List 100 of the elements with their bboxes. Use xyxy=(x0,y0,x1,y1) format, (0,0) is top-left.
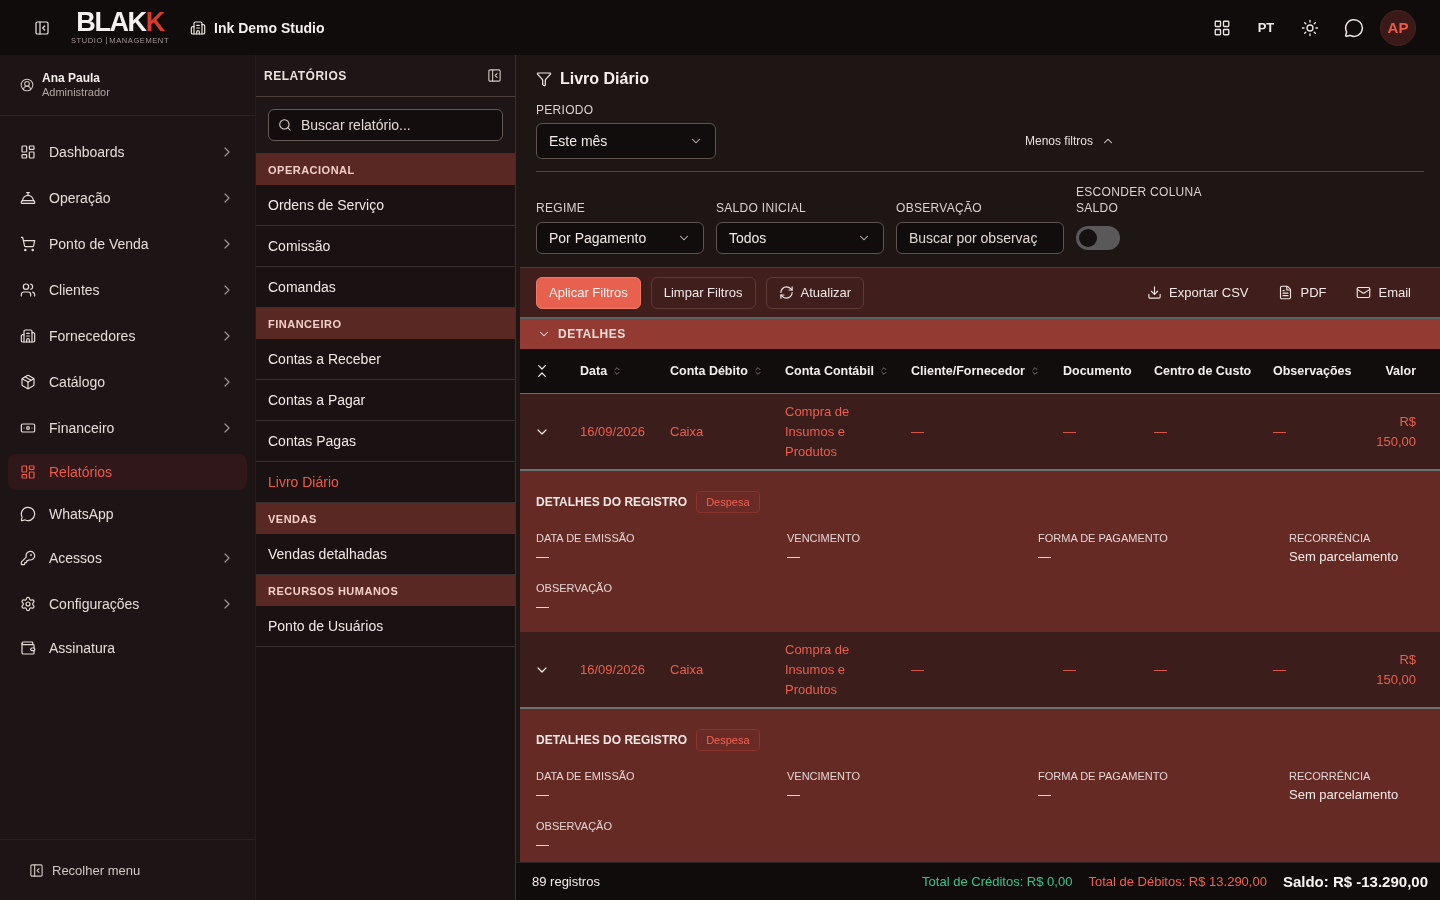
nav-item[interactable]: Ponto de Venda xyxy=(8,224,247,264)
record-count: 89 registros xyxy=(532,874,600,889)
export-csv-button[interactable]: Exportar CSV xyxy=(1139,276,1257,309)
initial-balance-select[interactable]: Todos xyxy=(716,222,884,254)
column-header[interactable]: Data xyxy=(580,364,623,378)
type-badge: Despesa xyxy=(696,491,760,513)
panel-left-icon xyxy=(29,862,44,878)
table-cell: R$ 150,00 xyxy=(1376,651,1416,687)
nav-item[interactable]: Relatórios xyxy=(8,454,247,490)
column-header[interactable]: Cliente/Fornecedor xyxy=(911,364,1040,378)
panel-title: RELATÓRIOS xyxy=(264,68,347,83)
column-header[interactable]: Conta Contábil xyxy=(785,364,889,378)
detail-label: RECORRÊNCIA xyxy=(1289,769,1371,783)
group-heading: VENDAS xyxy=(268,512,317,525)
detail-label: RECORRÊNCIA xyxy=(1289,531,1371,545)
search-icon xyxy=(278,118,292,132)
nav-item[interactable]: Fornecedores xyxy=(8,316,247,356)
detail-label: OBSERVAÇÃO xyxy=(536,819,612,833)
funnel-icon xyxy=(536,71,552,87)
logo-wordmark: BLAKK xyxy=(76,10,164,33)
user-name: Ana Paula xyxy=(42,71,102,85)
field-label: PERIODO xyxy=(536,102,595,118)
nav-item[interactable]: Assinatura xyxy=(8,630,247,666)
table-cell: Caixa xyxy=(670,423,704,439)
table-cell: — xyxy=(1154,661,1167,677)
page-title: Livro Diário xyxy=(560,70,649,88)
detail-value: Sem parcelamento xyxy=(1289,786,1399,804)
details-section-toggle[interactable]: DETALHES xyxy=(520,317,1440,349)
email-button[interactable]: Email xyxy=(1348,276,1419,309)
chat-bubble-icon[interactable] xyxy=(1344,17,1364,38)
collapse-menu-button[interactable]: Recolher menu xyxy=(29,862,141,878)
table-cell: Caixa xyxy=(670,661,704,677)
user-role: Administrador xyxy=(42,86,110,99)
table-cell: — xyxy=(1154,423,1167,439)
building-icon xyxy=(20,328,36,344)
column-header: Valor xyxy=(1385,364,1416,378)
field-label: SALDO INICIAL xyxy=(716,200,807,216)
period-select[interactable]: Este mês xyxy=(536,123,716,159)
nav-item[interactable]: Operação xyxy=(8,178,247,218)
credits-total: Total de Créditos: R$ 0,00 xyxy=(922,874,1073,889)
download-icon xyxy=(1147,285,1162,300)
table-cell: Compra de Insumos e Produtos xyxy=(785,641,850,697)
refresh-button[interactable]: Atualizar xyxy=(765,276,865,309)
less-filters-button[interactable]: Menos filtros xyxy=(1025,134,1115,148)
group-heading: RECURSOS HUMANOS xyxy=(268,584,399,597)
detail-value: — xyxy=(787,786,800,804)
observation-field[interactable]: Buscar por observaç xyxy=(896,222,1064,254)
dashboard-icon xyxy=(20,464,36,480)
detail-label: DATA DE EMISSÃO xyxy=(536,531,635,545)
table-cell: 16/09/2026 xyxy=(580,661,646,677)
detail-value: — xyxy=(536,548,549,566)
nav-item[interactable]: WhatsApp xyxy=(8,496,247,532)
nav-item[interactable]: Financeiro xyxy=(8,408,247,448)
refresh-icon xyxy=(778,285,794,300)
grid-icon[interactable] xyxy=(1213,18,1231,37)
user-avatar[interactable]: AP xyxy=(1380,9,1416,46)
column-header[interactable]: Conta Débito xyxy=(670,364,763,378)
clear-filters-button[interactable]: Limpar Filtros xyxy=(650,276,756,309)
regime-select[interactable]: Por Pagamento xyxy=(536,222,704,254)
nav-item[interactable]: Acessos xyxy=(8,538,247,578)
toggle-switch[interactable] xyxy=(1076,226,1120,250)
key-icon xyxy=(20,550,36,566)
balance-total: Saldo: R$ -13.290,00 xyxy=(1282,873,1428,890)
nav-item[interactable]: Configurações xyxy=(8,584,247,624)
detail-title: DETALHES DO REGISTRO xyxy=(536,495,688,509)
search-field[interactable]: Buscar relatório... xyxy=(268,109,503,141)
sun-icon[interactable] xyxy=(1301,18,1319,37)
wallet-icon xyxy=(20,640,36,656)
table-cell: — xyxy=(1063,661,1076,677)
detail-value: — xyxy=(536,598,549,616)
building-icon xyxy=(190,19,207,36)
nav-item[interactable]: Catálogo xyxy=(8,362,247,402)
user-circle-icon xyxy=(20,78,34,92)
detail-label: FORMA DE PAGAMENTO xyxy=(1038,769,1168,783)
detail-value: — xyxy=(787,548,800,566)
detail-value: Sem parcelamento xyxy=(1289,548,1399,566)
pdf-button[interactable]: PDF xyxy=(1270,276,1335,309)
debits-total: Total de Débitos: R$ 13.290,00 xyxy=(1088,874,1267,889)
detail-value: — xyxy=(536,836,549,854)
nav-item[interactable]: Dashboards xyxy=(8,132,247,172)
field-label: OBSERVAÇÃO xyxy=(896,200,983,216)
table-cell: — xyxy=(1273,423,1286,439)
document-icon xyxy=(1278,285,1294,300)
language-button[interactable]: PT xyxy=(1248,9,1284,46)
group-heading: OPERACIONAL xyxy=(268,163,355,176)
table-cell: R$ 150,00 xyxy=(1376,413,1416,449)
users-icon xyxy=(20,282,36,298)
detail-label: VENCIMENTO xyxy=(787,769,861,783)
service-bell-icon xyxy=(20,190,36,206)
detail-value: — xyxy=(1038,548,1051,566)
box-icon xyxy=(20,374,36,390)
envelope-icon xyxy=(1356,285,1372,300)
settings-icon xyxy=(20,596,36,612)
group-heading: FINANCEIRO xyxy=(268,317,342,330)
cart-icon xyxy=(20,236,36,252)
type-badge: Despesa xyxy=(696,729,760,751)
panel-left-icon[interactable] xyxy=(34,19,50,36)
detail-label: FORMA DE PAGAMENTO xyxy=(1038,531,1168,545)
panel-left-icon[interactable] xyxy=(487,68,502,83)
nav-item[interactable]: Clientes xyxy=(8,270,247,310)
